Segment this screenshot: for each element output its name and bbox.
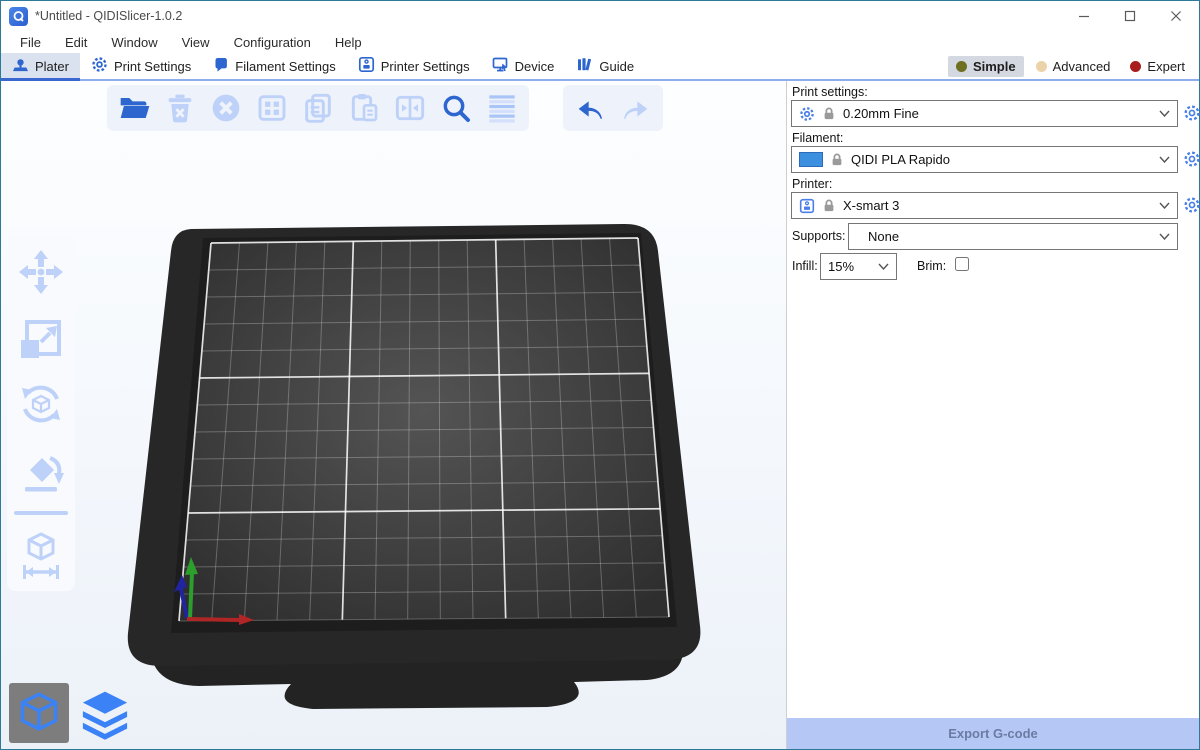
mode-advanced[interactable]: Advanced [1028, 56, 1119, 77]
variable-layer-height-button[interactable] [483, 89, 521, 127]
mode-expert[interactable]: Expert [1122, 56, 1193, 77]
menu-window[interactable]: Window [100, 33, 168, 52]
arrange-button[interactable] [253, 89, 291, 127]
supports-combo[interactable]: None [848, 223, 1178, 250]
filament-color-swatch [799, 152, 823, 167]
3d-viewport[interactable] [1, 81, 786, 749]
filament-combo[interactable]: QIDI PLA Rapido [791, 146, 1178, 173]
tab-printer-settings[interactable]: Printer Settings [347, 53, 481, 79]
gear-icon [1183, 150, 1200, 168]
tab-device[interactable]: Device [481, 53, 566, 79]
infill-label: Infill: [792, 259, 818, 273]
app-logo-icon [9, 7, 28, 26]
copy-button[interactable] [299, 89, 337, 127]
delete-button[interactable] [161, 89, 199, 127]
chevron-down-icon [878, 263, 889, 270]
chevron-down-icon [1159, 233, 1170, 240]
print-settings-gear-button[interactable] [1182, 103, 1200, 123]
infill-combo[interactable]: 15% [820, 253, 897, 280]
mode-dot [1130, 61, 1141, 72]
device-icon [492, 56, 509, 76]
infill-value: 15% [828, 259, 871, 274]
chevron-down-icon [1159, 156, 1170, 163]
filament-gear-button[interactable] [1182, 149, 1200, 169]
left-toolbar [7, 237, 75, 591]
app-window: *Untitled - QIDISlicer-1.0.2 File Edit W… [0, 0, 1200, 750]
place-on-face-button[interactable] [16, 445, 66, 495]
search-button[interactable] [437, 89, 475, 127]
lock-icon [822, 106, 836, 121]
view-mode-switcher [9, 683, 133, 743]
tab-bar: Plater Print Settings Filament Settings … [1, 53, 1199, 81]
export-gcode-button[interactable]: Export G-code [787, 718, 1199, 749]
gear-icon [1183, 196, 1200, 214]
mode-switcher: Simple Advanced Expert [948, 53, 1199, 79]
cube-3d-icon [17, 691, 61, 735]
mode-dot [1036, 61, 1047, 72]
lock-icon [830, 152, 844, 167]
print-settings-label: Print settings: [792, 85, 868, 99]
main-toolbar [107, 85, 529, 131]
measure-button[interactable] [16, 531, 66, 581]
brim-checkbox[interactable] [955, 257, 969, 271]
rotate-button[interactable] [16, 379, 66, 429]
split-objects-button[interactable] [391, 89, 429, 127]
menu-file[interactable]: File [9, 33, 52, 52]
minimize-button[interactable] [1061, 1, 1107, 31]
gear-icon [91, 56, 108, 76]
menu-bar: File Edit Window View Configuration Help [1, 31, 1199, 53]
move-button[interactable] [16, 247, 66, 297]
lock-icon [822, 198, 836, 213]
printer-label: Printer: [792, 177, 832, 191]
undo-redo-toolbar [563, 85, 663, 131]
filament-icon [213, 57, 229, 76]
filament-label: Filament: [792, 131, 843, 145]
paste-button[interactable] [345, 89, 383, 127]
printer-gear-button[interactable] [1182, 195, 1200, 215]
undo-button[interactable] [571, 89, 609, 127]
printer-combo[interactable]: X-smart 3 [791, 192, 1178, 219]
build-plate [1, 81, 786, 749]
mode-simple[interactable]: Simple [948, 56, 1024, 77]
scale-button[interactable] [16, 313, 66, 363]
settings-sidebar: Print settings: 0.20mm Fine Filament: QI… [786, 81, 1199, 749]
layers-icon [79, 689, 131, 741]
gear-icon [1183, 104, 1200, 122]
title-bar: *Untitled - QIDISlicer-1.0.2 [1, 1, 1199, 31]
printer-value: X-smart 3 [843, 198, 1152, 213]
supports-value: None [856, 229, 1152, 244]
menu-help[interactable]: Help [324, 33, 373, 52]
mode-dot [956, 61, 967, 72]
gear-icon [799, 106, 815, 122]
delete-all-button[interactable] [207, 89, 245, 127]
supports-label: Supports: [792, 229, 846, 243]
redo-button[interactable] [617, 89, 655, 127]
plater-icon [12, 56, 29, 76]
guide-icon [576, 56, 593, 76]
tab-filament-settings[interactable]: Filament Settings [202, 53, 346, 79]
print-settings-combo[interactable]: 0.20mm Fine [791, 100, 1178, 127]
toolbar-separator [14, 511, 68, 515]
close-button[interactable] [1153, 1, 1199, 31]
print-settings-value: 0.20mm Fine [843, 106, 1152, 121]
3d-editor-view-button[interactable] [9, 683, 69, 743]
printer-icon [358, 56, 375, 76]
tab-print-settings[interactable]: Print Settings [80, 53, 202, 79]
menu-view[interactable]: View [171, 33, 221, 52]
printer-icon [799, 198, 815, 214]
maximize-button[interactable] [1107, 1, 1153, 31]
brim-label: Brim: [917, 259, 946, 273]
filament-value: QIDI PLA Rapido [851, 152, 1152, 167]
tab-guide[interactable]: Guide [565, 53, 645, 79]
window-title: *Untitled - QIDISlicer-1.0.2 [35, 9, 182, 23]
chevron-down-icon [1159, 202, 1170, 209]
layers-preview-view-button[interactable] [77, 687, 133, 743]
tab-plater[interactable]: Plater [1, 53, 80, 79]
menu-configuration[interactable]: Configuration [223, 33, 322, 52]
menu-edit[interactable]: Edit [54, 33, 98, 52]
open-button[interactable] [115, 89, 153, 127]
chevron-down-icon [1159, 110, 1170, 117]
